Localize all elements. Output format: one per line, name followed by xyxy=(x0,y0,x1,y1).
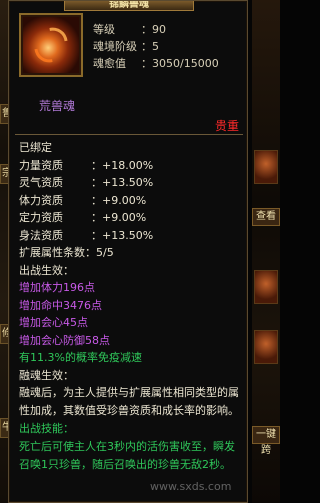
attr-row: 定力资质： +9.00% xyxy=(19,211,147,224)
ext-attr-count: 扩展属性条数：5/5 xyxy=(19,246,114,259)
flame-swirl-icon xyxy=(27,21,75,69)
battle-effect-title: 出战生效： xyxy=(19,263,74,277)
battle-skill-desc: 死亡后可使主人在3秒内的活伤害收至，瞬发召唤1只珍兽，随后召唤出的珍兽无敌2秒。 xyxy=(19,439,235,471)
effect-line: 增加会心45点 xyxy=(19,316,88,329)
pet-portrait-tile[interactable] xyxy=(254,150,278,184)
item-quality: 贵重 xyxy=(215,119,240,133)
fuse-effect-title: 融魂生效： xyxy=(19,368,74,382)
effect-line: 增加命中3476点 xyxy=(19,298,102,312)
pet-portrait-tile[interactable] xyxy=(254,270,278,304)
view-button[interactable]: 查看 xyxy=(252,208,280,226)
attr-row: 灵气资质： +13.50% xyxy=(19,176,154,189)
attr-row: 体力资质： +9.00% xyxy=(19,193,147,207)
watermark-text: www.sxds.com xyxy=(150,480,232,493)
effect-line: 增加体力196点 xyxy=(19,281,95,294)
effect-line: 增加会心防御58点 xyxy=(19,333,110,347)
item-stats: 等级： 90 魂境阶级： 5 魂愈值： 3050/15000 xyxy=(93,21,219,72)
stat-soul-value: 魂愈值： 3050/15000 xyxy=(93,57,219,70)
battle-skill-title: 出战技能： xyxy=(19,422,74,435)
bound-status: 已绑定 xyxy=(19,141,52,154)
attr-row: 身法资质： +13.50% xyxy=(19,228,154,242)
pet-portrait-tile[interactable] xyxy=(254,330,278,364)
tooltip-body: 已绑定 力量资质： +18.00% 灵气资质： +13.50% 体力资质： +9.00… xyxy=(19,139,245,474)
beast-soul-icon xyxy=(23,17,79,73)
item-icon-frame xyxy=(19,13,83,77)
fuse-effect-desc: 融魂后，为主人提供与扩展属性相同类型的属性加成，其数值受珍兽资质和成长率的影响。 xyxy=(19,386,239,417)
effect-line: 有11.3%的概率免疫减速 xyxy=(19,351,142,364)
tooltip-title: 锦鳞兽魂 xyxy=(64,1,194,11)
item-name: 荒兽魂 xyxy=(39,99,76,113)
attr-row: 力量资质： +18.00% xyxy=(19,158,154,172)
divider xyxy=(15,134,243,135)
one-click-button[interactable]: 一键跨 xyxy=(252,426,280,456)
stat-level: 等级： 90 xyxy=(93,23,166,36)
stat-soul-rank: 魂境阶级： 5 xyxy=(93,40,159,53)
item-tooltip-panel: 锦鳞兽魂 等级： 90 魂境阶级： 5 魂愈值： 3050/15000 荒兽魂 贵重 … xyxy=(8,0,248,503)
